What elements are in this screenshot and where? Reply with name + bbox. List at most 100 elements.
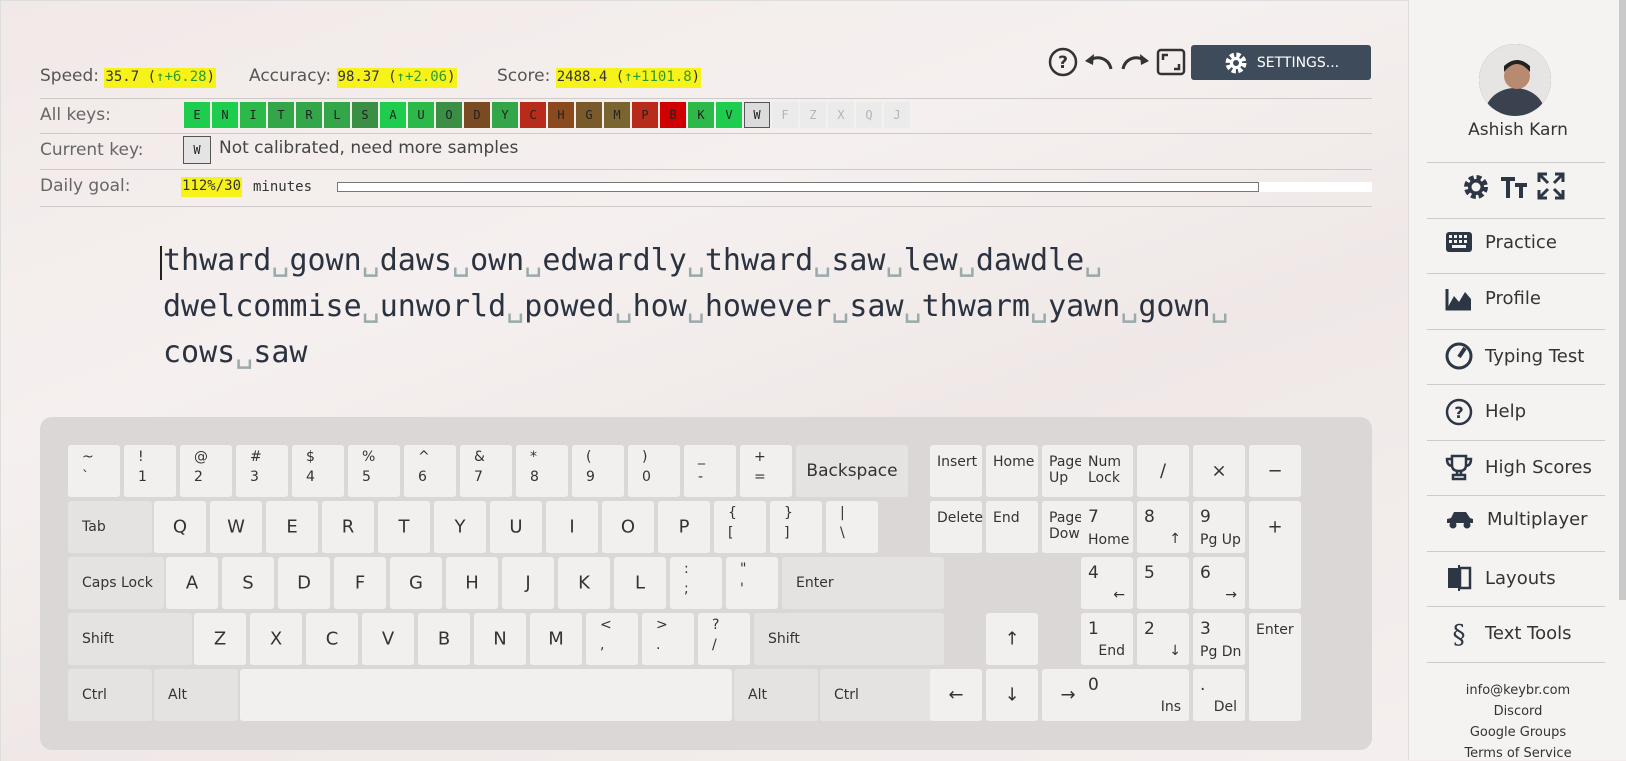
right-shift-key[interactable]: Shift: [754, 613, 944, 665]
scrollbar[interactable]: [1619, 0, 1626, 600]
numpad-7-key[interactable]: 7 Home: [1081, 501, 1133, 553]
caps-lock-key[interactable]: Caps Lock: [68, 557, 164, 609]
key-z[interactable]: Z: [194, 613, 246, 665]
key-d[interactable]: D: [278, 557, 330, 609]
redo-icon[interactable]: [1119, 46, 1151, 78]
numpad-minus-key[interactable]: −: [1249, 445, 1301, 497]
numpad-4-key[interactable]: 4 ←: [1081, 557, 1133, 609]
key-symbol[interactable]: <,: [586, 613, 638, 665]
key-4[interactable]: $4: [292, 445, 344, 497]
num-lock-key[interactable]: Num Lock: [1081, 445, 1133, 497]
help-icon[interactable]: ?: [1047, 46, 1079, 78]
left-ctrl-key[interactable]: Ctrl: [68, 669, 152, 721]
key-2[interactable]: @2: [180, 445, 232, 497]
key-q[interactable]: Q: [154, 501, 206, 553]
expand-icon[interactable]: [1537, 172, 1565, 206]
key-symbol[interactable]: :;: [670, 557, 722, 609]
key-p[interactable]: P: [658, 501, 710, 553]
key-symbol[interactable]: {[: [714, 501, 766, 553]
key-symbol[interactable]: >.: [642, 613, 694, 665]
key-1[interactable]: ! 1: [124, 445, 176, 497]
key-f[interactable]: F: [334, 557, 386, 609]
key-e[interactable]: E: [266, 501, 318, 553]
sidebar-item-high-scores[interactable]: High Scores: [1445, 453, 1592, 481]
enter-key[interactable]: Enter: [782, 557, 944, 609]
key-`[interactable]: ~ `: [68, 445, 120, 497]
key-5[interactable]: % 5: [348, 445, 400, 497]
key-=[interactable]: + =: [740, 445, 792, 497]
numpad-8-key[interactable]: 8 ↑: [1137, 501, 1189, 553]
left-alt-key[interactable]: Alt: [154, 669, 238, 721]
numpad-9-key[interactable]: 9 Pg Up: [1193, 501, 1245, 553]
key-h[interactable]: H: [446, 557, 498, 609]
end-key[interactable]: End: [986, 501, 1038, 553]
numpad-1-key[interactable]: 1 End: [1081, 613, 1133, 665]
key-o[interactable]: O: [602, 501, 654, 553]
sidebar-item-practice[interactable]: Practice: [1445, 231, 1557, 253]
key--[interactable]: _ -: [684, 445, 736, 497]
sidebar-item-multiplayer[interactable]: Multiplayer: [1445, 509, 1588, 531]
key-symbol[interactable]: " ': [726, 557, 778, 609]
undo-icon[interactable]: [1083, 46, 1115, 78]
sidebar-item-typing-test[interactable]: Typing Test: [1445, 342, 1584, 370]
key-j[interactable]: J: [502, 557, 554, 609]
footer-link[interactable]: Discord: [1409, 704, 1626, 719]
delete-key[interactable]: Delete: [930, 501, 983, 553]
key-v[interactable]: V: [362, 613, 414, 665]
arrow-left-key[interactable]: ←: [930, 669, 982, 721]
space-key[interactable]: [240, 669, 732, 721]
key-n[interactable]: N: [474, 613, 526, 665]
numpad-divide-key[interactable]: /: [1137, 445, 1189, 497]
numpad-plus-key[interactable]: +: [1249, 501, 1301, 609]
numpad-2-key[interactable]: 2 ↓: [1137, 613, 1189, 665]
key-symbol[interactable]: ? /: [698, 613, 750, 665]
practice-text[interactable]: thward␣gown␣daws␣own␣edwardly␣thward␣saw…: [163, 238, 1283, 376]
key-u[interactable]: U: [490, 501, 542, 553]
key-y[interactable]: Y: [434, 501, 486, 553]
user-name[interactable]: Ashish Karn: [1409, 120, 1626, 140]
right-ctrl-key[interactable]: Ctrl: [820, 669, 944, 721]
key-0[interactable]: ) 0: [628, 445, 680, 497]
key-r[interactable]: R: [322, 501, 374, 553]
arrow-down-key[interactable]: ↓: [986, 669, 1038, 721]
key-symbol[interactable]: }]: [770, 501, 822, 553]
left-shift-key[interactable]: Shift: [68, 613, 192, 665]
key-x[interactable]: X: [250, 613, 302, 665]
key-8[interactable]: * 8: [516, 445, 568, 497]
footer-link[interactable]: Terms of Service: [1409, 746, 1626, 761]
sidebar-item-help[interactable]: ? Help: [1445, 398, 1526, 426]
key-7[interactable]: & 7: [460, 445, 512, 497]
brightness-icon[interactable]: [1461, 172, 1491, 206]
key-c[interactable]: C: [306, 613, 358, 665]
key-g[interactable]: G: [390, 557, 442, 609]
home-key[interactable]: Home: [986, 445, 1038, 497]
sidebar-item-layouts[interactable]: Layouts: [1445, 564, 1556, 592]
numpad-6-key[interactable]: 6 →: [1193, 557, 1245, 609]
footer-link[interactable]: Google Groups: [1409, 725, 1626, 740]
key-w[interactable]: W: [210, 501, 262, 553]
key-s[interactable]: S: [222, 557, 274, 609]
key-symbol[interactable]: | \: [826, 501, 878, 553]
numpad-dot-key[interactable]: . Del: [1193, 669, 1245, 721]
settings-button[interactable]: SETTINGS...: [1191, 45, 1371, 80]
arrow-up-key[interactable]: ↑: [986, 613, 1038, 665]
numpad-0-key[interactable]: 0 Ins: [1081, 669, 1189, 721]
text-size-icon[interactable]: [1499, 172, 1529, 206]
numpad-3-key[interactable]: 3 Pg Dn: [1193, 613, 1245, 665]
numpad-5-key[interactable]: 5: [1137, 557, 1189, 609]
sidebar-item-text-tools[interactable]: § Text Tools: [1445, 620, 1572, 648]
key-3[interactable]: #3: [236, 445, 288, 497]
insert-key[interactable]: Insert: [930, 445, 982, 497]
key-i[interactable]: I: [546, 501, 598, 553]
key-b[interactable]: B: [418, 613, 470, 665]
key-m[interactable]: M: [530, 613, 582, 665]
numpad-multiply-key[interactable]: ×: [1193, 445, 1245, 497]
footer-link[interactable]: info@keybr.com: [1409, 683, 1626, 698]
backspace-key[interactable]: Backspace: [796, 445, 908, 497]
right-alt-key[interactable]: Alt: [734, 669, 818, 721]
tab-key[interactable]: Tab: [68, 501, 152, 553]
fullscreen-icon[interactable]: [1155, 46, 1187, 78]
avatar[interactable]: [1479, 44, 1551, 116]
numpad-enter-key[interactable]: Enter: [1249, 613, 1301, 721]
key-a[interactable]: A: [166, 557, 218, 609]
